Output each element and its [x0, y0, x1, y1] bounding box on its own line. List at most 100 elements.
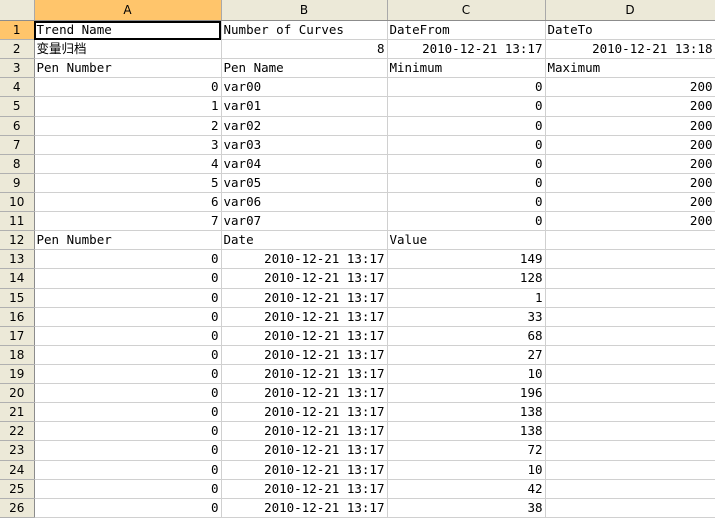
cell-c26[interactable]: 38 [387, 498, 546, 518]
cell-b1[interactable]: Number of Curves [221, 20, 388, 41]
row-header[interactable]: 11 [0, 211, 35, 232]
cell-d16[interactable] [545, 307, 715, 327]
cell-b25[interactable]: 2010-12-21 13:17 [221, 479, 388, 499]
cell-d19[interactable] [545, 364, 715, 385]
cell-b5[interactable]: var01 [221, 96, 388, 117]
cell-a6[interactable]: 2 [34, 116, 222, 136]
cell-c25[interactable]: 42 [387, 479, 546, 499]
cell-d15[interactable] [545, 288, 715, 308]
cell-c2[interactable]: 2010-12-21 13:17 [387, 39, 546, 60]
cell-d8[interactable]: 200 [545, 154, 715, 174]
cell-b15[interactable]: 2010-12-21 13:17 [221, 288, 388, 308]
cell-d2[interactable]: 2010-12-21 13:18 [545, 39, 715, 60]
cell-a14[interactable]: 0 [34, 268, 222, 289]
cell-b11[interactable]: var07 [221, 211, 388, 232]
row-header[interactable]: 16 [0, 307, 35, 327]
row-header[interactable]: 3 [0, 58, 35, 79]
cell-b22[interactable]: 2010-12-21 13:17 [221, 421, 388, 442]
cell-a21[interactable]: 0 [34, 402, 222, 423]
row-header[interactable]: 20 [0, 383, 35, 404]
cell-c1[interactable]: DateFrom [387, 20, 546, 41]
row-header[interactable]: 6 [0, 116, 35, 136]
cell-d11[interactable]: 200 [545, 211, 715, 232]
cell-c5[interactable]: 0 [387, 96, 546, 117]
cell-d4[interactable]: 200 [545, 77, 715, 98]
row-header[interactable]: 10 [0, 192, 35, 213]
row-header[interactable]: 22 [0, 421, 35, 442]
cell-c16[interactable]: 33 [387, 307, 546, 327]
cell-c13[interactable]: 149 [387, 249, 546, 270]
cell-c15[interactable]: 1 [387, 288, 546, 308]
cell-a8[interactable]: 4 [34, 154, 222, 174]
cell-c23[interactable]: 72 [387, 440, 546, 461]
row-header[interactable]: 12 [0, 230, 35, 251]
cell-c20[interactable]: 196 [387, 383, 546, 404]
cell-d7[interactable]: 200 [545, 135, 715, 155]
cell-c7[interactable]: 0 [387, 135, 546, 155]
row-header[interactable]: 9 [0, 173, 35, 193]
row-header[interactable]: 5 [0, 96, 35, 117]
cell-a26[interactable]: 0 [34, 498, 222, 518]
cell-a7[interactable]: 3 [34, 135, 222, 155]
cell-a2[interactable]: 变量归档 [34, 39, 222, 60]
cell-a18[interactable]: 0 [34, 345, 222, 365]
cell-b9[interactable]: var05 [221, 173, 388, 193]
cell-d12[interactable] [545, 230, 715, 251]
cell-a15[interactable]: 0 [34, 288, 222, 308]
cell-a9[interactable]: 5 [34, 173, 222, 193]
cell-a17[interactable]: 0 [34, 326, 222, 346]
cell-a24[interactable]: 0 [34, 460, 222, 480]
row-header[interactable]: 25 [0, 479, 35, 499]
cell-b2[interactable]: 8 [221, 39, 388, 60]
cell-b12[interactable]: Date [221, 230, 388, 251]
row-header[interactable]: 7 [0, 135, 35, 155]
row-header[interactable]: 13 [0, 249, 35, 270]
cell-b19[interactable]: 2010-12-21 13:17 [221, 364, 388, 385]
cell-a16[interactable]: 0 [34, 307, 222, 327]
cell-b6[interactable]: var02 [221, 116, 388, 136]
cell-b4[interactable]: var00 [221, 77, 388, 98]
cell-c21[interactable]: 138 [387, 402, 546, 423]
cell-c6[interactable]: 0 [387, 116, 546, 136]
row-header[interactable]: 23 [0, 440, 35, 461]
cell-b26[interactable]: 2010-12-21 13:17 [221, 498, 388, 518]
row-header[interactable]: 4 [0, 77, 35, 98]
cell-b3[interactable]: Pen Name [221, 58, 388, 79]
cell-d26[interactable] [545, 498, 715, 518]
cell-c12[interactable]: Value [387, 230, 546, 251]
cell-a25[interactable]: 0 [34, 479, 222, 499]
row-header[interactable]: 15 [0, 288, 35, 308]
cell-c24[interactable]: 10 [387, 460, 546, 480]
row-header[interactable]: 19 [0, 364, 35, 385]
cell-a13[interactable]: 0 [34, 249, 222, 270]
cell-a19[interactable]: 0 [34, 364, 222, 385]
cell-d5[interactable]: 200 [545, 96, 715, 117]
column-header-c[interactable]: C [387, 0, 546, 21]
row-header[interactable]: 1 [0, 20, 35, 41]
cell-d14[interactable] [545, 268, 715, 289]
cell-a12[interactable]: Pen Number [34, 230, 222, 251]
cell-d3[interactable]: Maximum [545, 58, 715, 79]
cell-b13[interactable]: 2010-12-21 13:17 [221, 249, 388, 270]
cell-a3[interactable]: Pen Number [34, 58, 222, 79]
cell-c9[interactable]: 0 [387, 173, 546, 193]
column-header-b[interactable]: B [221, 0, 388, 21]
cell-a20[interactable]: 0 [34, 383, 222, 404]
cell-a4[interactable]: 0 [34, 77, 222, 98]
cell-a5[interactable]: 1 [34, 96, 222, 117]
cell-d23[interactable] [545, 440, 715, 461]
cell-b23[interactable]: 2010-12-21 13:17 [221, 440, 388, 461]
cell-d22[interactable] [545, 421, 715, 442]
cell-c14[interactable]: 128 [387, 268, 546, 289]
cell-d24[interactable] [545, 460, 715, 480]
cell-c22[interactable]: 138 [387, 421, 546, 442]
cell-a10[interactable]: 6 [34, 192, 222, 213]
cell-b7[interactable]: var03 [221, 135, 388, 155]
cell-c3[interactable]: Minimum [387, 58, 546, 79]
cell-d9[interactable]: 200 [545, 173, 715, 193]
cell-d17[interactable] [545, 326, 715, 346]
cell-b14[interactable]: 2010-12-21 13:17 [221, 268, 388, 289]
cell-a1[interactable]: Trend Name [34, 20, 222, 41]
row-header[interactable]: 24 [0, 460, 35, 480]
row-header[interactable]: 14 [0, 268, 35, 289]
